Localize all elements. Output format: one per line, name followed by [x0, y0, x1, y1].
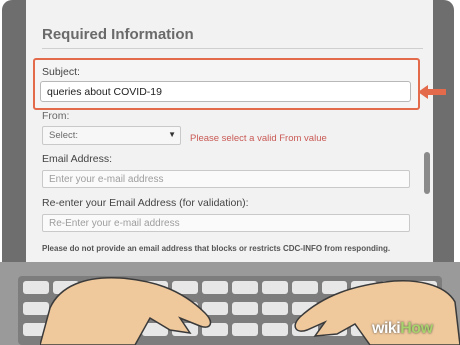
browser-screen: Required Information Subject: queries ab…: [26, 0, 433, 262]
subject-input[interactable]: queries about COVID-19: [40, 81, 411, 102]
email-note: Please do not provide an email address t…: [42, 244, 391, 253]
from-select[interactable]: Select: ▼: [42, 126, 181, 145]
from-error-message: Please select a valid From value: [190, 133, 327, 144]
email-confirm-label: Re-enter your Email Address (for validat…: [42, 197, 249, 209]
from-select-value: Select:: [49, 130, 79, 141]
subject-label: Subject:: [42, 66, 80, 78]
scrollbar-track[interactable]: [423, 0, 433, 262]
dropdown-arrow-icon: ▼: [168, 130, 176, 139]
email-confirm-input[interactable]: Re-Enter your e-mail address: [42, 214, 410, 232]
wikihow-watermark: wikiHow: [372, 320, 433, 337]
title-divider: [42, 48, 426, 49]
left-hand: [40, 277, 212, 345]
scrollbar-thumb[interactable]: [424, 152, 430, 194]
email-input[interactable]: Enter your e-mail address: [42, 170, 410, 188]
email-label: Email Address:: [42, 153, 113, 165]
form-title: Required Information: [42, 26, 194, 43]
pointer-arrow-icon: [418, 85, 446, 99]
from-label: From:: [42, 110, 70, 122]
